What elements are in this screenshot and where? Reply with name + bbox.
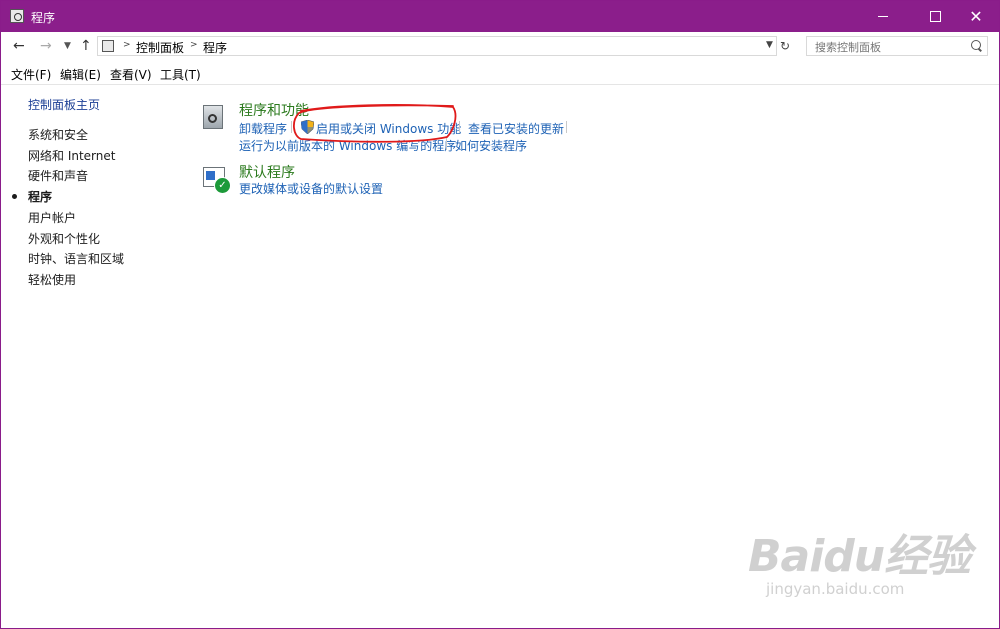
sidebar-item-user-accounts[interactable]: 用户帐户 xyxy=(28,209,76,226)
minimize-icon xyxy=(878,16,888,17)
link-view-installed-updates[interactable]: 查看已安装的更新 xyxy=(468,120,564,137)
window-title: 程序 xyxy=(31,11,56,25)
up-button[interactable]: ↑ xyxy=(80,38,92,54)
active-bullet-icon xyxy=(12,194,17,199)
link-change-media-defaults[interactable]: 更改媒体或设备的默认设置 xyxy=(239,180,383,197)
link-turn-windows-features[interactable]: 启用或关闭 Windows 功能 xyxy=(316,120,461,137)
sidebar-item-programs[interactable]: 程序 xyxy=(28,188,52,205)
sidebar-home-link[interactable]: 控制面板主页 xyxy=(28,96,100,113)
link-separator xyxy=(459,121,460,133)
refresh-icon[interactable]: ↻ xyxy=(780,39,790,53)
chevron-right-icon[interactable]: > xyxy=(190,40,198,50)
maximize-icon xyxy=(929,11,941,22)
link-separator xyxy=(291,121,292,133)
breadcrumb-programs[interactable]: 程序 xyxy=(203,39,227,56)
forward-button[interactable]: → xyxy=(40,38,52,54)
close-button[interactable]: ✕ xyxy=(953,1,999,32)
baidu-watermark: Baidu经验 jingyan.baidu.com xyxy=(748,520,971,598)
chevron-down-icon[interactable]: ▼ xyxy=(766,40,773,50)
menu-tools[interactable]: 工具(T) xyxy=(160,66,201,83)
address-bar: ← → ▼ ↑ > 控制面板 > 程序 ▼ ↻ xyxy=(1,32,999,60)
watermark-logo: Baidu经验 xyxy=(748,531,971,582)
title-bar[interactable]: 程序 ✕ xyxy=(1,1,999,32)
menu-divider xyxy=(1,84,999,85)
menu-view[interactable]: 查看(V) xyxy=(110,66,152,83)
recent-locations-button[interactable]: ▼ xyxy=(64,41,71,51)
uac-shield-icon xyxy=(301,120,314,134)
address-field[interactable]: > 控制面板 > 程序 ▼ xyxy=(97,36,777,56)
sidebar-item-hardware-sound[interactable]: 硬件和声音 xyxy=(28,167,88,184)
sidebar-item-system-security[interactable]: 系统和安全 xyxy=(28,126,88,143)
link-how-to-install[interactable]: 如何安装程序 xyxy=(455,137,527,154)
search-icon[interactable] xyxy=(971,40,981,50)
control-panel-icon xyxy=(102,40,114,52)
sidebar-item-clock-region[interactable]: 时钟、语言和区域 xyxy=(28,250,124,267)
sidebar-item-network-internet[interactable]: 网络和 Internet xyxy=(28,147,115,164)
link-separator xyxy=(446,138,447,150)
link-run-older-programs[interactable]: 运行为以前版本的 Windows 编写的程序 xyxy=(239,137,456,154)
control-panel-icon xyxy=(10,9,24,23)
breadcrumb-control-panel[interactable]: 控制面板 xyxy=(136,39,184,56)
search-box[interactable] xyxy=(806,36,988,56)
link-separator xyxy=(566,121,567,133)
maximize-button[interactable] xyxy=(912,1,958,32)
category-title-default-programs[interactable]: 默认程序 xyxy=(239,162,295,182)
link-uninstall-program[interactable]: 卸载程序 xyxy=(239,120,287,137)
search-input[interactable] xyxy=(813,38,967,56)
menu-bar: 文件(F) 编辑(E) 查看(V) 工具(T) xyxy=(1,62,999,84)
menu-edit[interactable]: 编辑(E) xyxy=(60,66,101,83)
sidebar-item-appearance[interactable]: 外观和个性化 xyxy=(28,230,100,247)
chevron-right-icon[interactable]: > xyxy=(123,40,131,50)
programs-features-icon[interactable] xyxy=(203,105,223,129)
sidebar-item-ease-of-access[interactable]: 轻松使用 xyxy=(28,271,76,288)
minimize-button[interactable] xyxy=(860,1,906,32)
checkmark-icon: ✓ xyxy=(214,177,231,194)
back-button[interactable]: ← xyxy=(13,38,25,54)
menu-file[interactable]: 文件(F) xyxy=(11,66,51,83)
category-title-programs-features[interactable]: 程序和功能 xyxy=(239,100,309,120)
close-icon: ✕ xyxy=(969,6,983,26)
